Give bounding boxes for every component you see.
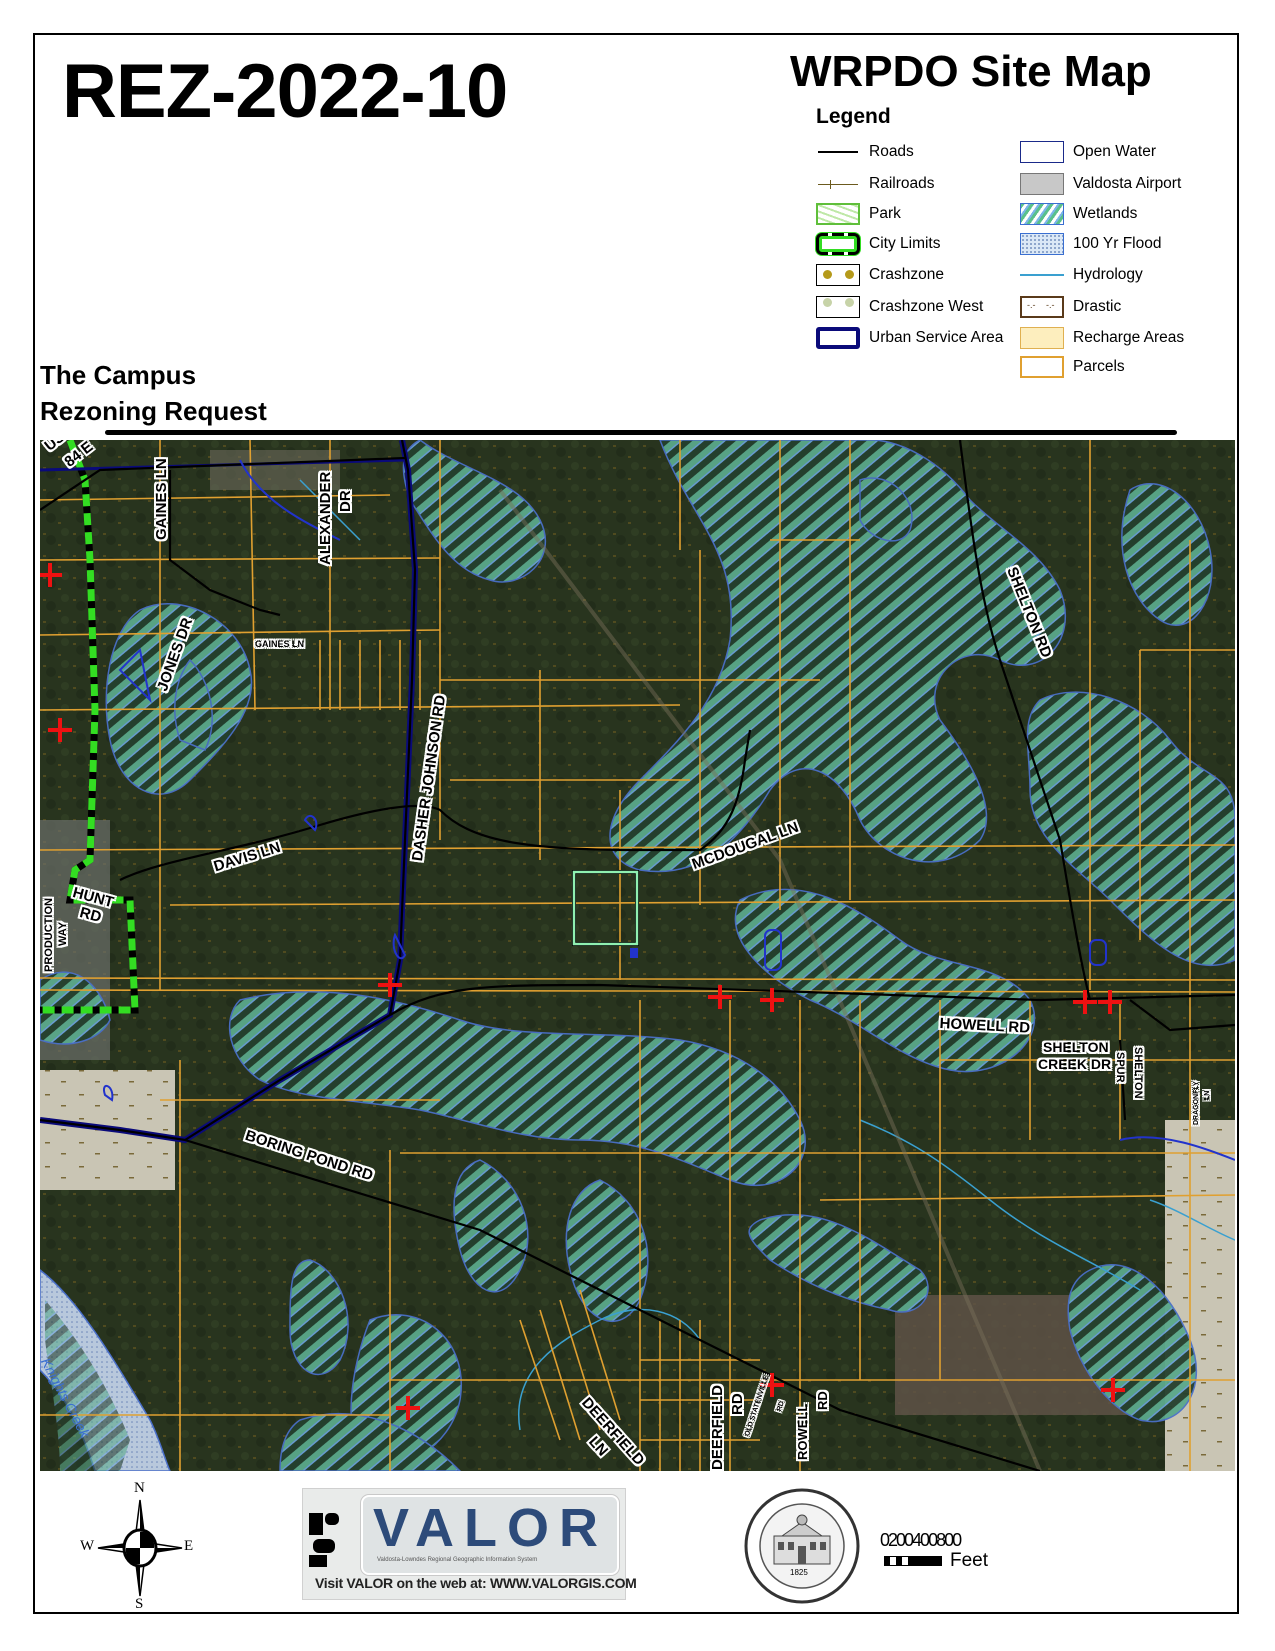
scale-unit: Feet <box>950 1550 989 1571</box>
legend-item-open-water: Open Water <box>1020 140 1156 164</box>
site-map[interactable]: US HWY 84 E GAINES LN ALEXANDER DR JONES… <box>40 440 1235 1471</box>
legend-label: City Limits <box>869 235 941 252</box>
valor-badge: VALOR Valdosta-Lowndes Regional Geograph… <box>361 1495 619 1575</box>
legend-item-city-limits: City Limits <box>816 232 940 256</box>
flood-icon <box>1020 233 1064 255</box>
legend-item-100yr-flood: 100 Yr Flood <box>1020 232 1161 256</box>
legend-item-hydrology: Hydrology <box>1020 263 1143 287</box>
legend-item-wetlands: Wetlands <box>1020 202 1137 226</box>
county-seal-icon <box>744 1488 860 1604</box>
legend-label: Recharge Areas <box>1073 329 1185 346</box>
crashzone-icon <box>816 264 860 286</box>
legend-label: Crashzone <box>869 266 944 283</box>
label-dragonfly-ln: LN <box>1204 1090 1211 1100</box>
legend-item-recharge-areas: Recharge Areas <box>1020 326 1184 350</box>
legend-label: Roads <box>869 143 914 160</box>
scale-bar-labels: 0200400800 <box>880 1530 962 1550</box>
valor-tagline: Valdosta-Lowndes Regional Geographic Inf… <box>377 1557 538 1563</box>
legend-item-railroads: Railroads <box>816 172 934 196</box>
recharge-areas-icon <box>1020 327 1064 349</box>
parcels-icon <box>1020 356 1064 378</box>
airport-icon <box>1020 173 1064 195</box>
valor-url-link[interactable]: Visit VALOR on the web at: WWW.VALORGIS.… <box>315 1575 637 1591</box>
north-arrow-compass: N S W E <box>80 1480 200 1612</box>
label-shelton-creek-dr: CREEK DR <box>1038 1056 1112 1072</box>
legend-item-park: Park <box>816 202 901 226</box>
legend-label: Parcels <box>1073 358 1125 375</box>
legend-item-parcels: Parcels <box>1020 355 1125 379</box>
label-production-way: WAY <box>57 921 69 946</box>
legend-label: Hydrology <box>1073 266 1143 283</box>
legend-item-crashzone: Crashzone <box>816 263 944 287</box>
title-divider <box>105 430 1177 435</box>
scale-bar <box>884 1556 942 1566</box>
compass-rose-icon <box>97 1499 183 1597</box>
case-id-title: REZ-2022-10 <box>62 49 508 134</box>
legend-label: Urban Service Area <box>869 329 1004 346</box>
label-deerfield-rd: DEERFIELD <box>709 1384 726 1470</box>
label-dragonfly: DRAGONFLY <box>1193 1081 1200 1125</box>
label-shelton-spur: SPUR <box>1114 1052 1126 1083</box>
legend-label: Open Water <box>1073 143 1156 160</box>
label-alexander: ALEXANDER <box>317 471 334 565</box>
label-production: PRODUCTION <box>43 898 55 972</box>
legend-item-crashzone-west: Crashzone West <box>816 295 983 319</box>
road-line-icon <box>816 141 860 163</box>
subtitle-line-2: Rezoning Request <box>40 396 267 426</box>
compass-north: N <box>134 1480 145 1496</box>
legend-title: Legend <box>816 105 891 128</box>
city-limits-icon <box>816 233 860 255</box>
legend-item-roads: Roads <box>816 140 914 164</box>
map-title: WRPDO Site Map <box>790 47 1152 96</box>
label-shelton-v: SHELTON <box>1132 1047 1144 1099</box>
valor-mark-icon <box>309 1513 339 1567</box>
compass-east: E <box>184 1538 194 1554</box>
pond <box>630 948 638 958</box>
clearing <box>1165 1120 1235 1471</box>
compass-west: W <box>80 1538 95 1554</box>
subtitle-line-1: The Campus <box>40 360 197 390</box>
crashzone-west-icon <box>816 296 860 318</box>
seal-year: 1825 <box>790 1568 808 1577</box>
map-canvas <box>40 440 1235 1471</box>
drastic-icon: -.- -.- <box>1020 296 1064 318</box>
legend-label: Park <box>869 205 901 222</box>
legend-label: Valdosta Airport <box>1073 175 1182 192</box>
urban-service-area-icon <box>816 327 860 349</box>
legend-label: Railroads <box>869 175 935 192</box>
label-rowell-rd: RD <box>815 1391 830 1410</box>
legend-label: Wetlands <box>1073 205 1138 222</box>
valor-wordmark: VALOR <box>373 1498 608 1558</box>
open-water-icon <box>1020 141 1064 163</box>
label-gaines-ln: GAINES LN <box>153 458 170 540</box>
county-seal: 1825 <box>742 1486 862 1606</box>
legend-item-urban-service-area: Urban Service Area <box>816 326 1003 350</box>
legend-label: 100 Yr Flood <box>1073 235 1162 252</box>
compass-south: S <box>135 1596 144 1612</box>
legend-item-valdosta-airport: Valdosta Airport <box>1020 172 1181 196</box>
label-deerfield-rd-suffix: RD <box>729 1393 746 1415</box>
hydrology-line-icon <box>1020 264 1064 286</box>
legend-label: Crashzone West <box>869 298 984 315</box>
label-alexander-dr: DR <box>337 490 354 512</box>
label-rowell: ROWELL <box>795 1403 810 1460</box>
legend-item-drastic: -.- -.- Drastic <box>1020 295 1121 319</box>
valor-logo[interactable]: VALOR Valdosta-Lowndes Regional Geograph… <box>302 1488 637 1600</box>
park-pattern-icon <box>816 203 860 225</box>
legend-label: Drastic <box>1073 298 1122 315</box>
railroad-line-icon <box>816 173 860 195</box>
label-shelton-creek: SHELTON <box>1043 1039 1109 1055</box>
label-gaines-ln-small: GAINES LN <box>255 639 305 649</box>
wetlands-icon <box>1020 203 1064 225</box>
